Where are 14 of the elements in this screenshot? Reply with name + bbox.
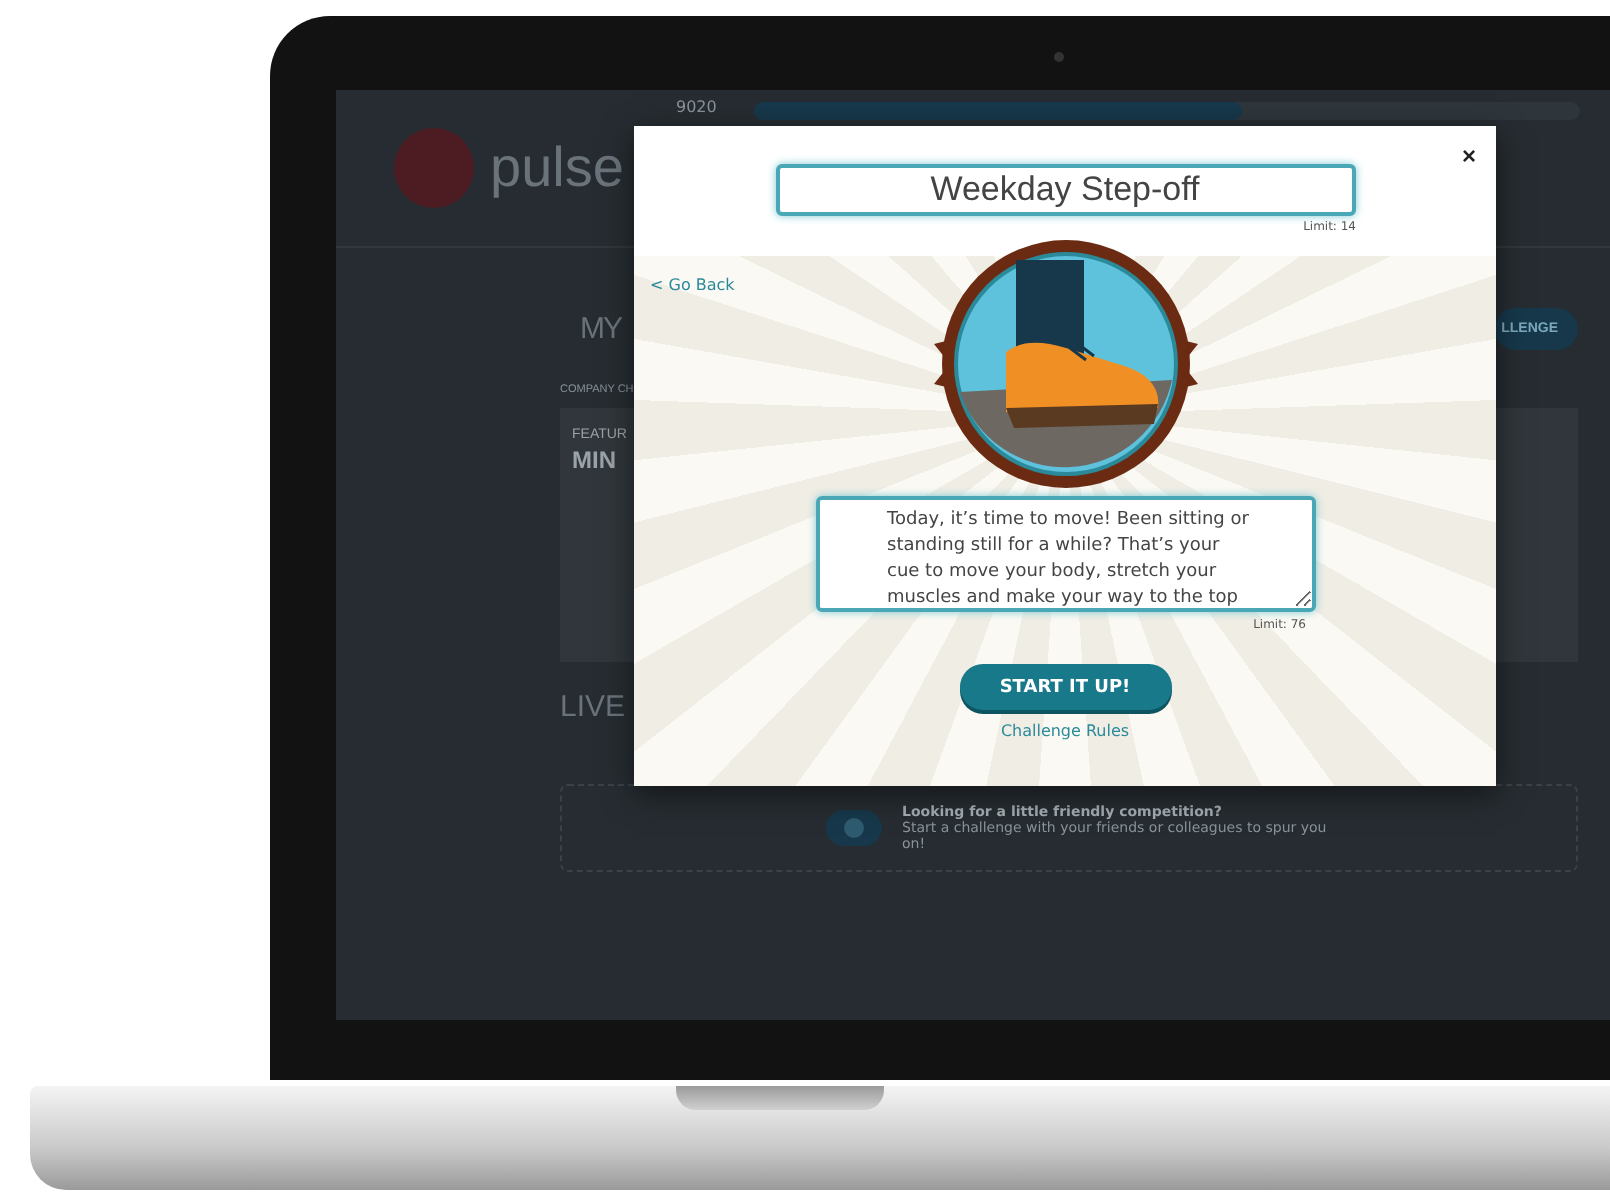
title-field[interactable]: Weekday Step-off — [775, 164, 1355, 216]
start-button[interactable]: START IT UP! — [959, 664, 1171, 710]
challenge-rules-link[interactable]: Challenge Rules — [1000, 722, 1130, 740]
steps-count: 9020 — [676, 98, 717, 116]
plus-icon[interactable] — [826, 810, 882, 846]
go-back-link[interactable]: < Go Back — [650, 276, 735, 294]
logo-text: pulse — [490, 136, 624, 200]
description-field[interactable]: Today, it’s time to move! Been sitting or standing still for a while? That’s your cue to move your body, stretch your muscles and make your way to the top — [815, 496, 1315, 612]
featured-title: MIN — [572, 446, 616, 474]
live-heading: LIVE — [560, 690, 626, 724]
logo-circle — [394, 128, 474, 208]
page-heading: MY — [580, 311, 621, 345]
close-button[interactable]: × — [1453, 138, 1484, 174]
camera-dot — [1054, 52, 1064, 62]
